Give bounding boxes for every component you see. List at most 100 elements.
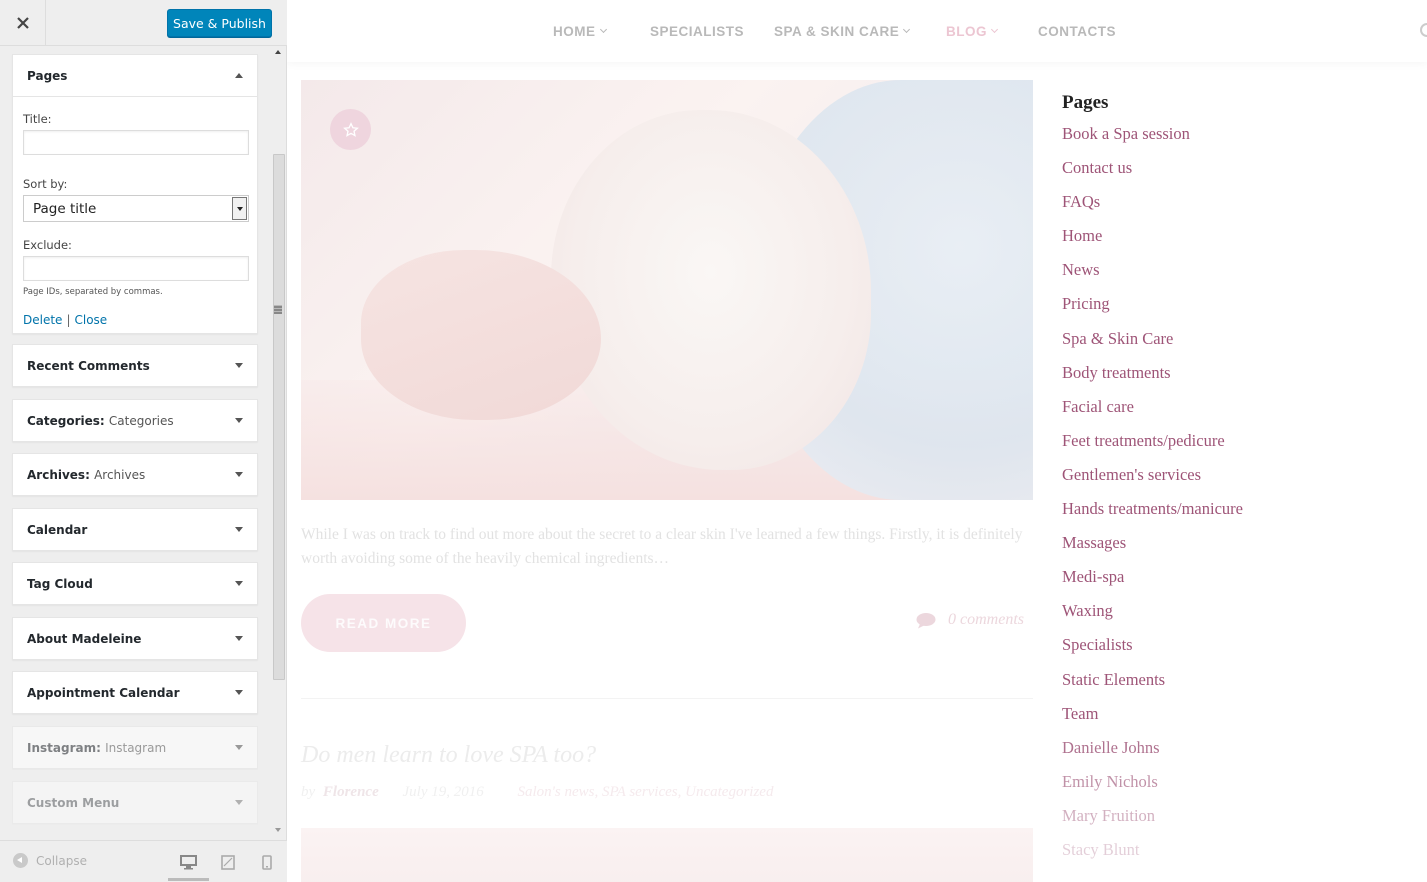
expand-arrow-icon[interactable] (235, 527, 243, 532)
nav-item-specialists[interactable]: SPECIALISTS (650, 24, 744, 39)
page-link[interactable]: Gentlemen's services (1062, 463, 1402, 497)
expand-arrow-icon[interactable] (235, 472, 243, 477)
nav-item-contacts[interactable]: CONTACTS (1038, 24, 1116, 39)
nav-item-blog[interactable]: BLOG (946, 24, 999, 39)
close-icon (16, 17, 29, 29)
page-link[interactable]: Massages (1062, 531, 1402, 565)
widget-area: Pages Title: Sort by: Page title Exclude… (0, 46, 272, 840)
expand-arrow-icon[interactable] (235, 363, 243, 368)
customizer-sidebar: Save & Publish Pages Title: Sort by: Pag… (0, 0, 287, 882)
widget-about-madeleine[interactable]: About Madeleine (12, 617, 258, 660)
preview-desktop-button[interactable] (179, 853, 197, 871)
post-featured-image[interactable] (301, 80, 1033, 500)
page-link[interactable]: Medi-spa (1062, 565, 1402, 599)
expand-arrow-icon[interactable] (235, 800, 243, 805)
post-title[interactable]: Do men learn to love SPA too? (301, 742, 596, 769)
widget-recent-comments[interactable]: Recent Comments (12, 344, 258, 387)
search-icon[interactable] (1420, 23, 1427, 37)
customizer-scrollbar[interactable]: ▬ ▬ ▬ (272, 46, 286, 840)
page-link[interactable]: News (1062, 258, 1402, 292)
widget-pages-header[interactable]: Pages (13, 55, 257, 97)
expand-arrow-icon[interactable] (235, 581, 243, 586)
title-input[interactable] (23, 130, 249, 155)
collapse-icon (13, 853, 28, 868)
comments-count: 0 comments (948, 611, 1024, 628)
page-link[interactable]: Emily Nichols (1062, 770, 1402, 804)
page-link[interactable]: Pricing (1062, 292, 1402, 326)
exclude-input[interactable] (23, 256, 249, 281)
post-excerpt: While I was on track to find out more ab… (301, 526, 1023, 567)
chevron-down-icon (903, 25, 911, 34)
widget-custom-menu[interactable]: Custom Menu (12, 781, 258, 824)
delete-link[interactable]: Delete (23, 313, 62, 327)
widget-archives[interactable]: Archives: Archives (12, 453, 258, 496)
page-link[interactable]: Hands treatments/manicure (1062, 497, 1402, 531)
active-device-indicator (168, 878, 209, 881)
widget-tag-cloud[interactable]: Tag Cloud (12, 562, 258, 605)
page-link[interactable]: Specialists (1062, 633, 1402, 667)
featured-star-badge (330, 109, 371, 150)
scrollbar-thumb[interactable] (273, 154, 285, 680)
post-date: July 19, 2016 (402, 784, 484, 800)
close-customizer-button[interactable] (0, 0, 46, 46)
widget-title: Archives: Archives (27, 467, 146, 482)
page-link[interactable]: FAQs (1062, 190, 1402, 224)
pages-list: Book a Spa session Contact us FAQs Home News… (1062, 122, 1402, 872)
exclude-help-text: Page IDs, separated by commas. (23, 287, 163, 297)
page-link[interactable]: Static Elements (1062, 668, 1402, 702)
widget-title: Appointment Calendar (27, 685, 180, 700)
read-more-button[interactable]: READ MORE (301, 594, 466, 652)
widget-pages: Pages Title: Sort by: Page title Exclude… (12, 54, 258, 334)
nav-item-spa-skin-care[interactable]: SPA & SKIN CARE (774, 24, 911, 39)
nav-item-home[interactable]: HOME (553, 24, 607, 39)
mobile-icon (262, 854, 272, 870)
post-author[interactable]: Florence (323, 784, 379, 800)
widget-actions: Delete | Close (23, 313, 247, 327)
widget-calendar[interactable]: Calendar (12, 508, 258, 551)
tablet-icon (221, 854, 235, 870)
post-featured-image[interactable] (301, 828, 1033, 882)
save-publish-button[interactable]: Save & Publish (167, 9, 272, 37)
expand-arrow-icon[interactable] (235, 636, 243, 641)
page-link[interactable]: Body treatments (1062, 361, 1402, 395)
scroll-up-arrow-icon[interactable] (275, 50, 281, 54)
widget-appointment-calendar[interactable]: Appointment Calendar (12, 671, 258, 714)
preview-mobile-button[interactable] (258, 853, 276, 871)
page-link[interactable]: Home (1062, 224, 1402, 258)
sortby-label: Sort by: (23, 177, 68, 191)
post-categories[interactable]: Salon's news, SPA services, Uncategorize… (517, 784, 773, 800)
dropdown-arrow-icon[interactable] (232, 197, 247, 220)
widget-categories[interactable]: Categories: Categories (12, 399, 258, 442)
page-link[interactable]: Stacy Blunt (1062, 838, 1402, 872)
collapse-arrow-icon[interactable] (235, 73, 243, 78)
page-link[interactable]: Feet treatments/pedicure (1062, 429, 1402, 463)
post-meta: by Florence July 19, 2016 Salon's news, … (301, 784, 773, 801)
pages-widget-title: Pages (1062, 92, 1109, 113)
widget-instagram[interactable]: Instagram: Instagram (12, 726, 258, 769)
title-label: Title: (23, 112, 52, 126)
expand-arrow-icon[interactable] (235, 418, 243, 423)
page-link[interactable]: Contact us (1062, 156, 1402, 190)
page-link[interactable]: Waxing (1062, 599, 1402, 633)
page-link[interactable]: Spa & Skin Care (1062, 327, 1402, 361)
expand-arrow-icon[interactable] (235, 745, 243, 750)
close-link[interactable]: Close (74, 313, 107, 327)
expand-arrow-icon[interactable] (235, 690, 243, 695)
preview-tablet-button[interactable] (219, 853, 237, 871)
scroll-down-arrow-icon[interactable] (275, 828, 281, 832)
preview-pages-widget: Pages Book a Spa session Contact us FAQs Ho… (1062, 92, 1402, 872)
widget-pages-form: Title: Sort by: Page title Exclude: Page… (13, 97, 257, 339)
page-link[interactable]: Book a Spa session (1062, 122, 1402, 156)
sortby-selected-value: Page title (33, 201, 97, 217)
chevron-down-icon (599, 25, 607, 34)
sortby-select[interactable]: Page title (23, 195, 249, 222)
page-link[interactable]: Team (1062, 702, 1402, 736)
widget-title: Calendar (27, 522, 88, 537)
comments-link[interactable]: 0 comments (916, 611, 1024, 629)
post-divider (301, 698, 1033, 699)
page-link[interactable]: Facial care (1062, 395, 1402, 429)
page-link[interactable]: Mary Fruition (1062, 804, 1402, 838)
collapse-button[interactable]: Collapse (13, 853, 87, 868)
page-link[interactable]: Danielle Johns (1062, 736, 1402, 770)
exclude-label: Exclude: (23, 238, 72, 252)
